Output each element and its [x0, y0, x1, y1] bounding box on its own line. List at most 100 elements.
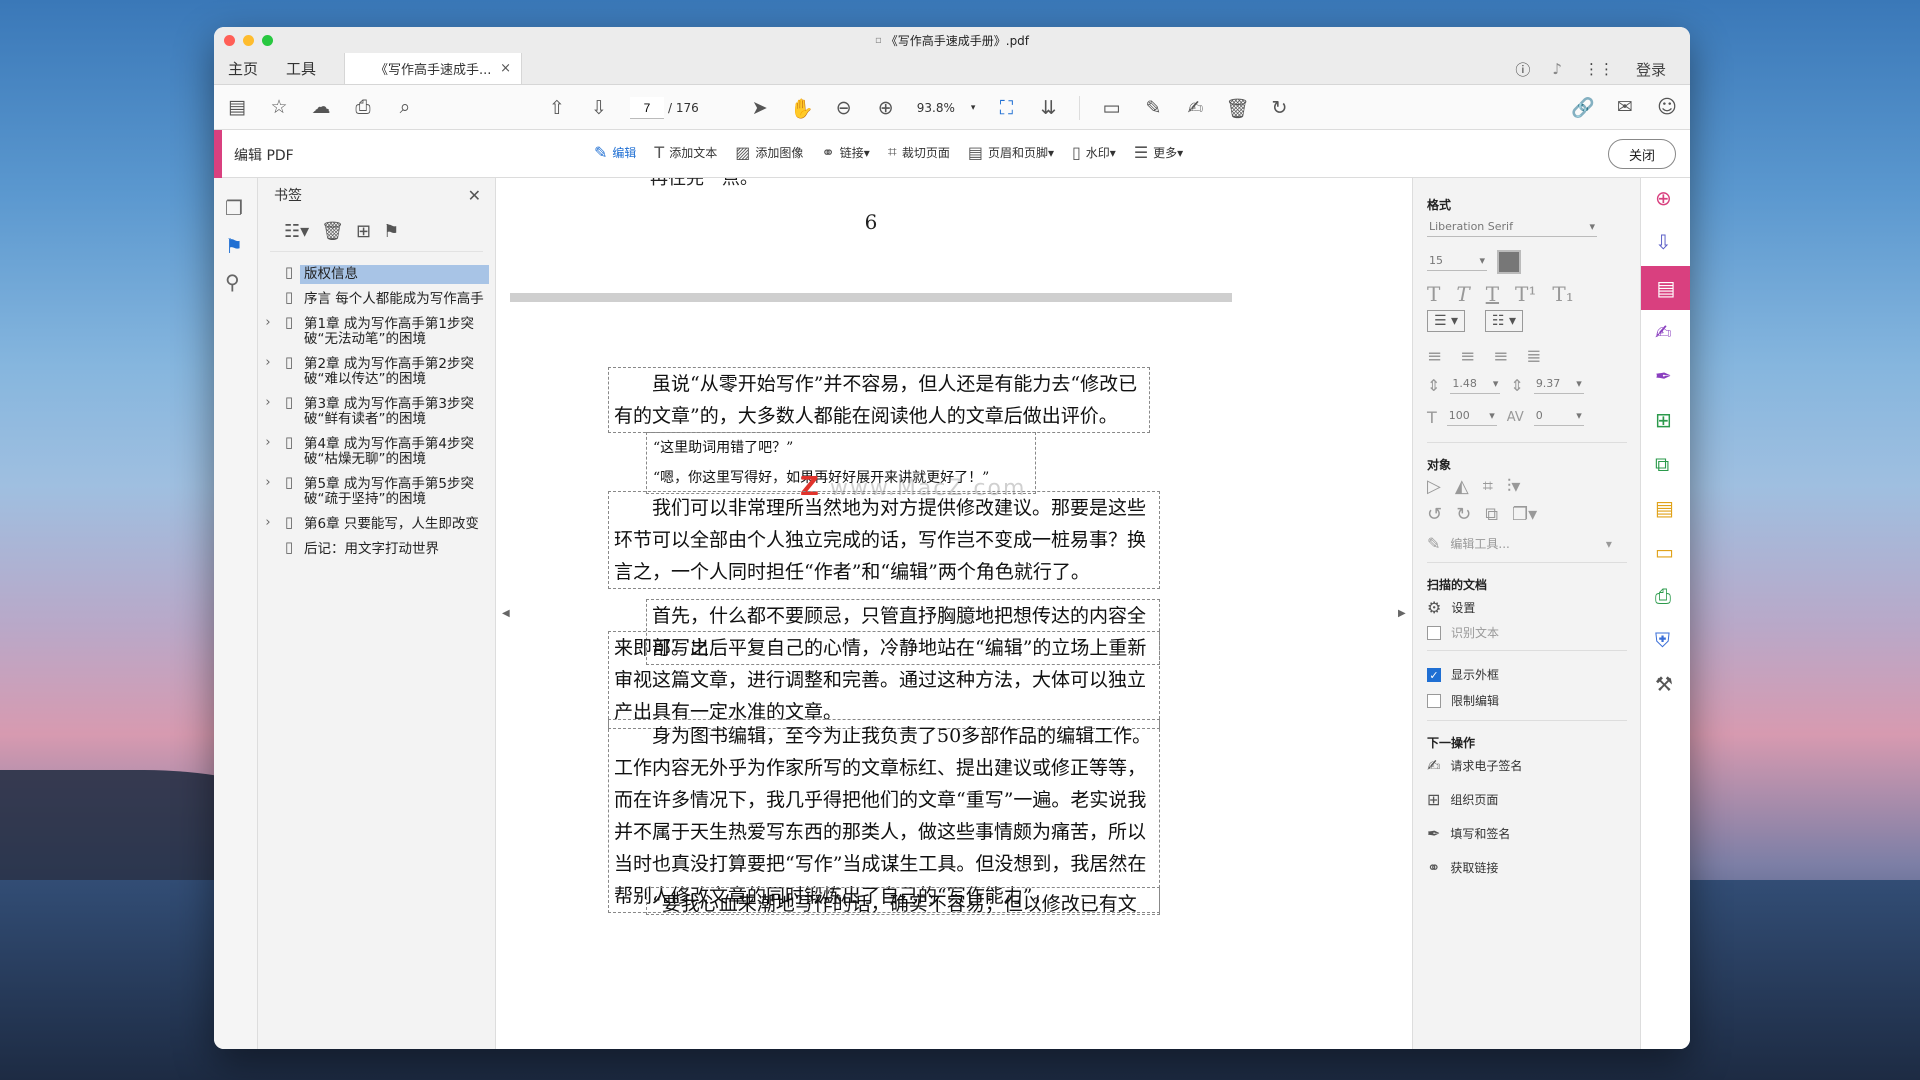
fill-and-sign-icon[interactable]: ✒ — [1655, 364, 1672, 388]
next-action-link[interactable]: ⚭ 获取链接 — [1427, 858, 1498, 877]
ocr-row[interactable]: 识别文本 — [1427, 624, 1499, 641]
zoom-window-button[interactable] — [262, 35, 273, 46]
close-tab-icon[interactable]: × — [500, 61, 511, 76]
add-text-tool[interactable]: T 添加文本 — [654, 143, 717, 162]
bookmark-search-icon[interactable]: ⚑ — [383, 221, 399, 242]
collapse-left-icon[interactable]: ◀ — [502, 608, 510, 619]
highlight-pen-icon[interactable]: ✎ — [1142, 97, 1164, 119]
zoom-select[interactable]: 93.8% ▾ — [917, 101, 976, 115]
share-user-icon[interactable]: ☺ — [1656, 96, 1678, 118]
create-pdf-icon[interactable]: ⊕ — [1655, 186, 1672, 210]
bookmark-item[interactable]: › ▯ 第3章 成为写作高手第3步突破“鲜有读者”的困境 — [258, 392, 489, 432]
tracking-select[interactable]: 0 ▾ — [1533, 409, 1584, 426]
zoom-in-icon[interactable]: ⊕ — [875, 97, 897, 119]
settings-row[interactable]: ⚙ 设置 — [1427, 598, 1475, 617]
protect-icon[interactable]: ⛨ — [1655, 628, 1670, 652]
scroll-mode-icon[interactable]: ⇊ — [1037, 97, 1059, 119]
arrange-icon[interactable]: ⫶▾ — [1507, 476, 1521, 497]
combine-files-icon[interactable]: ⊞ — [1655, 408, 1672, 432]
text-superscript-icon[interactable]: T¹ — [1515, 282, 1536, 306]
text-underline-icon[interactable]: T — [1486, 282, 1499, 306]
next-action-organize[interactable]: ⊞ 组织页面 — [1427, 790, 1498, 809]
text-block[interactable]: 身为图书编辑，至今为止我负责了50多部作品的编辑工作。工作内容无外乎为作家所写的… — [608, 719, 1160, 913]
close-window-button[interactable] — [224, 35, 235, 46]
bell-icon[interactable]: ♪ — [1552, 60, 1562, 78]
text-italic-icon[interactable]: T — [1456, 282, 1469, 306]
scan-ocr-icon[interactable]: ▤ — [1655, 496, 1674, 520]
tab-home[interactable]: 主页 — [214, 53, 272, 84]
rotate-right-icon[interactable]: ↻ — [1456, 504, 1471, 525]
font-size-select[interactable]: 15 ▾ — [1427, 254, 1487, 271]
edit-tool[interactable]: ✎ 编辑 — [594, 143, 636, 162]
scale-select[interactable]: 100 ▾ — [1446, 409, 1497, 426]
align-justify-icon[interactable]: ≣ — [1526, 346, 1541, 367]
bookmark-item[interactable]: › ▯ 第5章 成为写作高手第5步突破“疏于坚持”的困境 — [258, 472, 489, 512]
fit-page-icon[interactable]: ⛶ — [995, 97, 1017, 119]
flip-horizontal-icon[interactable]: ◭ — [1455, 476, 1469, 497]
bookmark-item[interactable]: › ▯ 第6章 只要能写，人生即改变 — [258, 512, 489, 537]
align-center-icon[interactable]: ≡ — [1460, 346, 1475, 367]
close-panel-icon[interactable]: ✕ — [468, 186, 481, 205]
prev-page-icon[interactable]: ⇧ — [546, 97, 568, 119]
more-tools-icon[interactable]: ⚒ — [1655, 672, 1673, 696]
para-spacing-select[interactable]: 9.37 ▾ — [1533, 377, 1584, 394]
tab-tools[interactable]: 工具 — [272, 53, 330, 84]
group-icon[interactable]: ❐▾ — [1512, 504, 1537, 525]
pages-icon[interactable]: ❐ — [225, 196, 243, 220]
header-footer-tool[interactable]: ▤ 页眉和页脚▾ — [968, 143, 1054, 162]
select-cursor-icon[interactable]: ➤ — [749, 97, 771, 119]
delete-icon[interactable]: 🗑 — [1225, 97, 1249, 120]
show-box-checkbox[interactable]: ✓ — [1427, 667, 1441, 682]
delete-bookmark-icon[interactable]: 🗑 — [321, 221, 344, 242]
replace-image-icon[interactable]: ⧉ — [1485, 504, 1498, 525]
next-action-esign[interactable]: ✍ 请求电子签名 — [1427, 756, 1522, 775]
font-color-swatch[interactable] — [1497, 250, 1521, 274]
next-page-icon[interactable]: ⇩ — [588, 97, 610, 119]
hand-icon[interactable]: ✋ — [790, 97, 814, 120]
minimize-window-button[interactable] — [243, 35, 254, 46]
watermark-tool[interactable]: ▯ 水印▾ — [1072, 143, 1116, 162]
text-subscript-icon[interactable]: T₁ — [1552, 282, 1573, 306]
link-icon[interactable]: 🔗 — [1571, 96, 1595, 119]
chevron-right-icon[interactable]: › — [258, 315, 278, 330]
edit-pdf-icon[interactable]: ▤ — [1641, 266, 1690, 310]
add-image-tool[interactable]: ▨ 添加图像 — [735, 143, 803, 162]
next-action-fill-sign[interactable]: ✒ 填写和签名 — [1427, 824, 1510, 843]
bookmark-nav-icon[interactable]: ⚑ — [225, 234, 243, 258]
align-right-icon[interactable]: ≡ — [1493, 346, 1508, 367]
bookmark-item[interactable]: › ▯ 第1章 成为写作高手第1步突破“无法动笔”的困境 — [258, 312, 489, 352]
save-icon[interactable]: ▤ — [226, 96, 248, 118]
number-list-icon[interactable]: ☷ ▾ — [1485, 310, 1524, 332]
print-icon[interactable]: ⎙ — [352, 96, 374, 118]
sign-icon[interactable]: ✍ — [1184, 97, 1206, 119]
apps-grid-icon[interactable]: ⋮⋮ — [1584, 60, 1614, 78]
text-block[interactable]: “要我心血来潮地写作的话，确实不容易；但以修改已有文章的形 — [646, 887, 1160, 915]
zoom-search-icon[interactable]: ⌕ — [394, 96, 416, 118]
chevron-right-icon[interactable]: › — [258, 435, 278, 450]
cloud-upload-icon[interactable]: ☁ — [310, 96, 332, 118]
chevron-right-icon[interactable]: › — [258, 355, 278, 370]
edit-tools-row[interactable]: ✎ 编辑工具... ▾ — [1427, 534, 1612, 553]
line-spacing-select[interactable]: 1.48 ▾ — [1450, 377, 1501, 394]
mail-icon[interactable]: ✉ — [1614, 96, 1636, 118]
restrict-checkbox[interactable] — [1427, 693, 1441, 708]
export-pdf-icon[interactable]: ⇩ — [1655, 230, 1672, 254]
rotate-left-icon[interactable]: ↺ — [1427, 504, 1442, 525]
help-icon[interactable]: ⓘ — [1515, 59, 1530, 80]
login-button[interactable]: 登录 — [1636, 59, 1666, 80]
text-block[interactable]: 我们可以非常理所当然地为对方提供修改建议。那要是这些环节可以全部由个人独立完成的… — [608, 491, 1160, 589]
chevron-right-icon[interactable]: › — [258, 395, 278, 410]
crop-image-icon[interactable]: ⌗ — [1483, 476, 1493, 497]
page-number-input[interactable] — [630, 97, 664, 119]
crop-page-tool[interactable]: ⌗ 裁切页面 — [888, 142, 950, 162]
comment-strip-icon[interactable]: ▭ — [1655, 540, 1674, 564]
tab-document[interactable]: 《写作高手速成手... × — [344, 53, 523, 84]
bookmark-item[interactable]: › ▯ 第2章 成为写作高手第2步突破“难以传达”的困境 — [258, 352, 489, 392]
comment-icon[interactable]: ▭ — [1100, 97, 1122, 119]
bookmark-item[interactable]: ▯ 序言 每个人都能成为写作高手 — [258, 287, 489, 312]
bookmark-item[interactable]: ▯ 后记：用文字打动世界 — [258, 537, 489, 562]
print-production-icon[interactable]: ⎙ — [1655, 584, 1671, 608]
zoom-out-icon[interactable]: ⊖ — [833, 97, 855, 119]
text-block[interactable]: 虽说“从零开始写作”并不容易，但人还是有能力去“修改已有的文章”的，大多数人都能… — [608, 367, 1150, 433]
ocr-checkbox[interactable] — [1427, 625, 1441, 640]
